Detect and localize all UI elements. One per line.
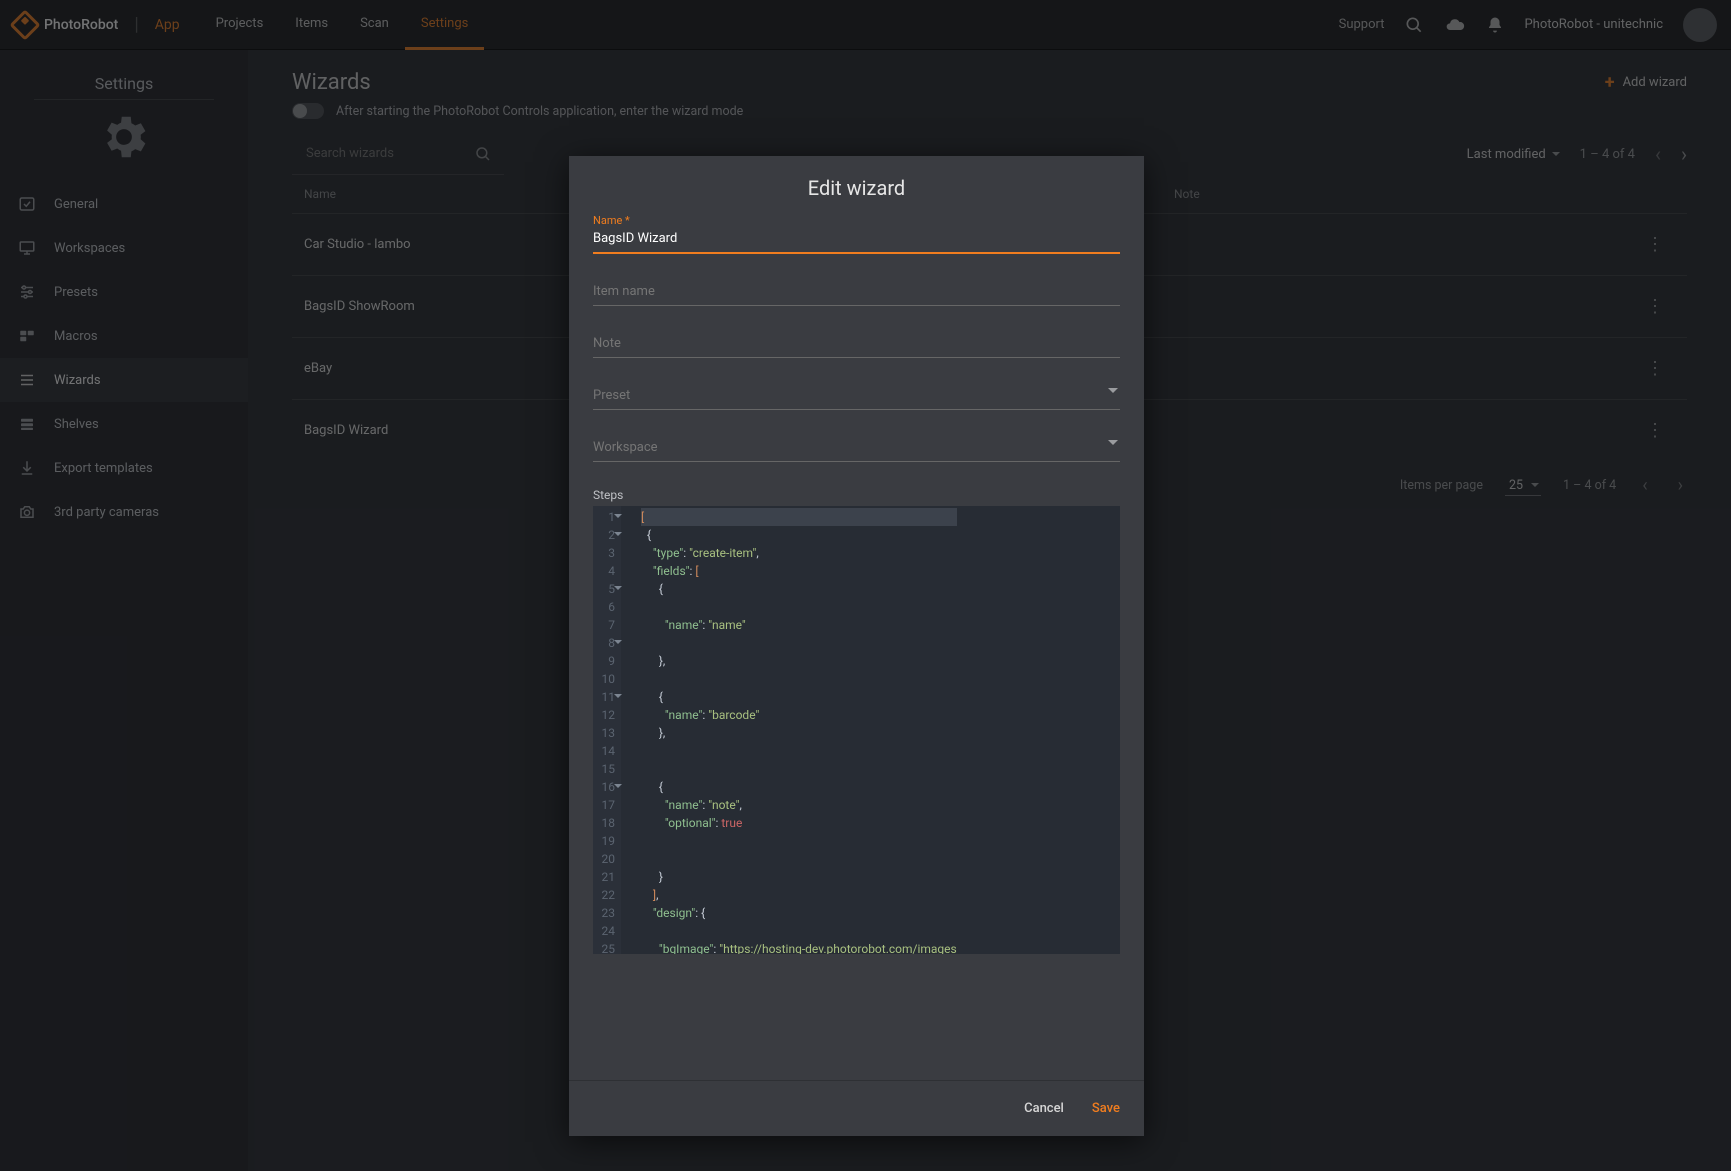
edit-wizard-modal: Edit wizard Name * Steps 123456789101112… [569, 156, 1144, 1136]
steps-editor[interactable]: 1234567891011121314151617181920212223242… [593, 506, 1120, 954]
name-input[interactable] [593, 227, 1120, 254]
save-button[interactable]: Save [1092, 1101, 1120, 1116]
cancel-button[interactable]: Cancel [1024, 1101, 1064, 1116]
field-note [593, 332, 1120, 358]
modal-title: Edit wizard [569, 176, 1144, 200]
note-input[interactable] [593, 332, 1120, 358]
field-preset [593, 384, 1120, 410]
preset-select[interactable] [593, 384, 1120, 410]
field-item [593, 280, 1120, 306]
field-workspace [593, 436, 1120, 462]
field-name: Name * [593, 214, 1120, 254]
workspace-select[interactable] [593, 436, 1120, 462]
steps-label: Steps [593, 488, 1120, 502]
item-input[interactable] [593, 280, 1120, 306]
